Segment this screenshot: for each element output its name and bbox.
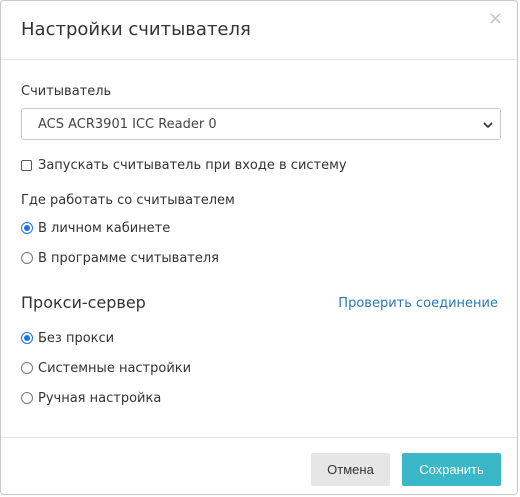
- proxy-option-label: Без прокси: [38, 330, 115, 346]
- autostart-label: Запускать считыватель при входе в систем…: [38, 157, 347, 173]
- work-location-option-label: В личном кабинете: [38, 220, 171, 236]
- work-location-option-label: В программе считывателя: [38, 250, 219, 266]
- proxy-option-label: Ручная настройка: [38, 390, 162, 406]
- work-location-label: Где работать со считывателем: [21, 193, 235, 208]
- work-location-option-cabinet[interactable]: В личном кабинете: [21, 219, 170, 237]
- proxy-section-title: Прокси-сервер: [21, 293, 146, 312]
- radio-button-system-proxy[interactable]: [21, 362, 33, 374]
- reader-settings-dialog: Настройки считывателя × Считыватель ACS …: [0, 0, 518, 495]
- reader-label: Считыватель: [21, 84, 112, 99]
- proxy-option-none[interactable]: Без прокси: [21, 329, 114, 347]
- radio-button-cabinet[interactable]: [21, 222, 33, 234]
- dialog-footer: Отмена Сохранить: [1, 437, 517, 496]
- proxy-option-manual[interactable]: Ручная настройка: [21, 389, 161, 407]
- proxy-option-system[interactable]: Системные настройки: [21, 359, 191, 377]
- autostart-row[interactable]: Запускать считыватель при входе в систем…: [21, 156, 347, 174]
- radio-button-manual-proxy[interactable]: [21, 392, 33, 404]
- reader-select-value: ACS ACR3901 ICC Reader 0: [38, 117, 217, 132]
- dialog-header: Настройки считывателя ×: [1, 1, 517, 60]
- chevron-down-icon: [483, 122, 493, 129]
- save-button[interactable]: Сохранить: [402, 453, 501, 486]
- autostart-checkbox[interactable]: [21, 159, 32, 171]
- check-connection-link[interactable]: Проверить соединение: [338, 296, 498, 311]
- close-icon[interactable]: ×: [488, 9, 503, 29]
- proxy-option-label: Системные настройки: [38, 360, 192, 376]
- reader-select[interactable]: ACS ACR3901 ICC Reader 0: [21, 108, 501, 140]
- dialog-title: Настройки считывателя: [21, 19, 251, 40]
- work-location-option-program[interactable]: В программе считывателя: [21, 249, 219, 267]
- cancel-button[interactable]: Отмена: [311, 453, 390, 486]
- radio-button-program[interactable]: [21, 252, 33, 264]
- radio-button-no-proxy[interactable]: [21, 332, 33, 344]
